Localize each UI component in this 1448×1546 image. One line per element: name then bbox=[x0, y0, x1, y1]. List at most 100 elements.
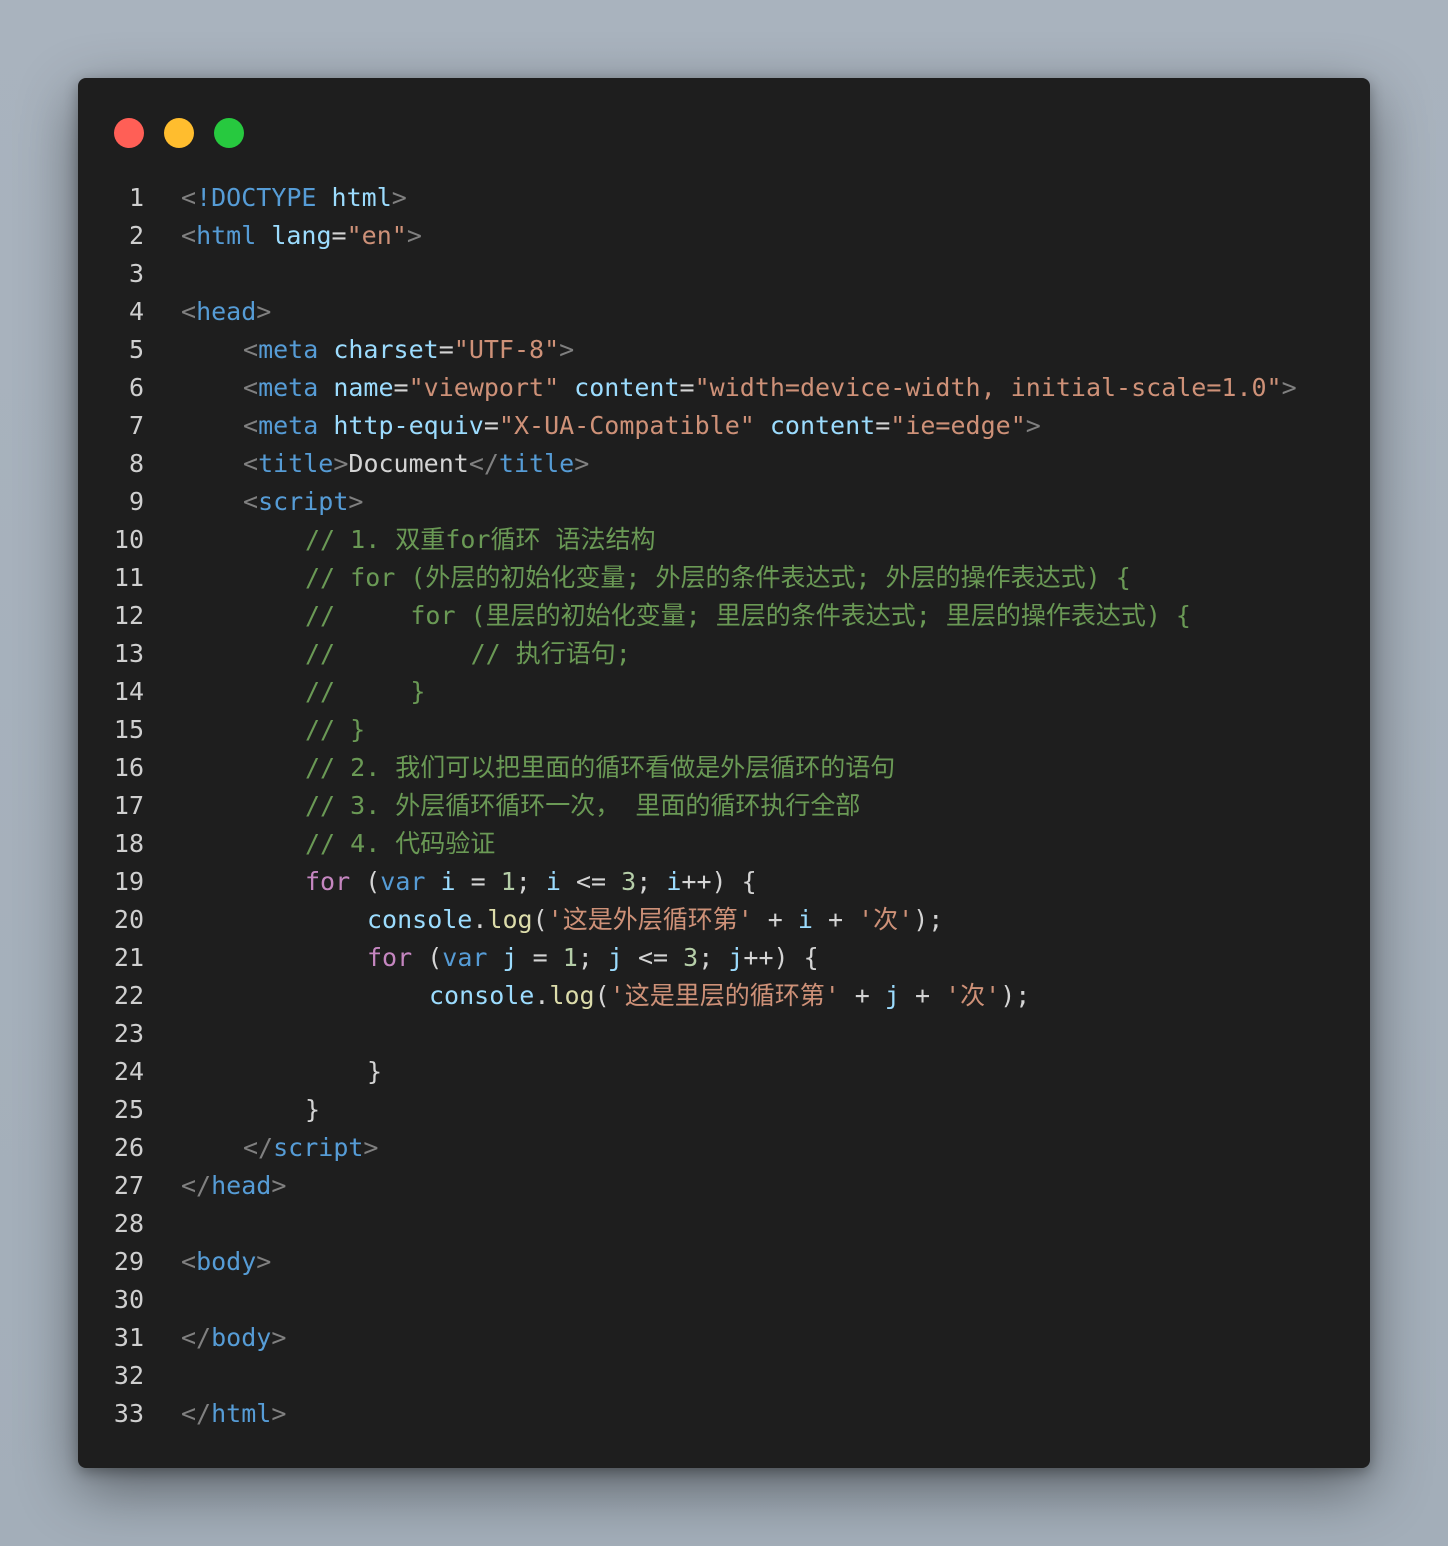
comment: // 1. 双重for循环 语法结构 bbox=[305, 525, 656, 554]
code-line: 15 // } bbox=[78, 711, 1370, 749]
token: } bbox=[367, 1057, 383, 1086]
line-number: 31 bbox=[113, 1323, 144, 1352]
line-number: 11 bbox=[113, 563, 144, 592]
token: i bbox=[797, 905, 813, 934]
token: '这是里层的循环第' bbox=[609, 981, 840, 1010]
token: title bbox=[258, 449, 334, 478]
token: ( bbox=[532, 905, 548, 934]
token: ( bbox=[412, 943, 443, 972]
token: var bbox=[380, 867, 426, 896]
token: = bbox=[875, 411, 891, 440]
line-number: 24 bbox=[113, 1057, 144, 1086]
code-line: 26 </script> bbox=[78, 1129, 1370, 1167]
code-line: 29 <body> bbox=[78, 1243, 1370, 1281]
token: ); bbox=[1000, 981, 1031, 1010]
token: j bbox=[728, 943, 744, 972]
maximize-icon[interactable] bbox=[214, 118, 244, 148]
token: + bbox=[752, 905, 798, 934]
token: head bbox=[196, 297, 257, 326]
close-icon[interactable] bbox=[114, 118, 144, 148]
token: log bbox=[549, 981, 595, 1010]
token: content bbox=[754, 411, 876, 440]
token: meta bbox=[258, 335, 319, 364]
token: > bbox=[391, 183, 407, 212]
token: "X-UA-Compatible" bbox=[498, 411, 755, 440]
token: <= bbox=[622, 943, 684, 972]
token: </ bbox=[181, 1171, 212, 1200]
code-line: 9 <script> bbox=[78, 483, 1370, 521]
token: '次' bbox=[945, 981, 1001, 1010]
line-number: 20 bbox=[113, 905, 144, 934]
token: ++) { bbox=[681, 867, 757, 896]
code-line: 17 // 3. 外层循环循环一次， 里面的循环执行全部 bbox=[78, 787, 1370, 825]
token: 1 bbox=[562, 943, 578, 972]
token: > bbox=[271, 1399, 287, 1428]
token: script bbox=[273, 1133, 364, 1162]
code-line: 5 <meta charset="UTF-8"> bbox=[78, 331, 1370, 369]
token: script bbox=[258, 487, 349, 516]
token: ; bbox=[515, 867, 546, 896]
token: "UTF-8" bbox=[453, 335, 560, 364]
token: < bbox=[243, 335, 259, 364]
token: < bbox=[181, 297, 197, 326]
token: + bbox=[812, 905, 859, 934]
minimize-icon[interactable] bbox=[164, 118, 194, 148]
token: http-equiv bbox=[318, 411, 484, 440]
token: meta bbox=[258, 373, 319, 402]
token: > bbox=[1025, 411, 1041, 440]
code-line: 4 <head> bbox=[78, 293, 1370, 331]
token: = bbox=[331, 221, 347, 250]
token: </ bbox=[468, 449, 499, 478]
line-number: 27 bbox=[113, 1171, 144, 1200]
token: j bbox=[884, 981, 900, 1010]
token: body bbox=[211, 1323, 272, 1352]
token: ; bbox=[577, 943, 608, 972]
token: name bbox=[318, 373, 394, 402]
token: console bbox=[429, 981, 535, 1010]
line-number: 16 bbox=[113, 753, 144, 782]
token: j bbox=[502, 943, 518, 972]
token: 3 bbox=[621, 867, 637, 896]
token: charset bbox=[318, 335, 439, 364]
token: head bbox=[211, 1171, 272, 1200]
token: . bbox=[534, 981, 550, 1010]
token: html bbox=[196, 221, 257, 250]
code-window: 1 <!DOCTYPE html> 2 <html lang="en"> 3 4 <h… bbox=[78, 78, 1370, 1468]
token: = bbox=[438, 335, 454, 364]
line-number: 9 bbox=[128, 487, 144, 516]
token: log bbox=[487, 905, 533, 934]
token: } bbox=[305, 1095, 321, 1124]
token: for bbox=[305, 867, 351, 896]
token: < bbox=[243, 411, 259, 440]
token: > bbox=[256, 297, 272, 326]
code-line: 19 for (var i = 1; i <= 3; i++) { bbox=[78, 863, 1370, 901]
line-number: 3 bbox=[128, 259, 144, 288]
line-number: 19 bbox=[113, 867, 144, 896]
token: = bbox=[517, 943, 563, 972]
line-number: 6 bbox=[128, 373, 144, 402]
code-line: 7 <meta http-equiv="X-UA-Compatible" cont… bbox=[78, 407, 1370, 445]
token: !DOCTYPE bbox=[196, 183, 317, 212]
code-line: 20 console.log('这是外层循环第' + i + '次'); bbox=[78, 901, 1370, 939]
token: "en" bbox=[346, 221, 407, 250]
code-line: 24} bbox=[78, 1053, 1370, 1091]
comment: // 2. 我们可以把里面的循环看做是外层循环的语句 bbox=[305, 753, 896, 782]
comment: // for (里层的初始化变量; 里层的条件表达式; 里层的操作表达式) { bbox=[305, 601, 1191, 630]
code-line: 33 </html> bbox=[78, 1395, 1370, 1433]
token: html bbox=[211, 1399, 272, 1428]
token: meta bbox=[258, 411, 319, 440]
code-line: 31 </body> bbox=[78, 1319, 1370, 1357]
token: < bbox=[243, 449, 259, 478]
comment: // } bbox=[305, 715, 366, 744]
token: </ bbox=[243, 1133, 274, 1162]
code-line: 32 bbox=[78, 1357, 1370, 1395]
line-number: 23 bbox=[113, 1019, 144, 1048]
comment: // 4. 代码验证 bbox=[305, 829, 496, 858]
token: > bbox=[348, 487, 364, 516]
token: </ bbox=[181, 1399, 212, 1428]
line-number: 12 bbox=[113, 601, 144, 630]
token: < bbox=[243, 373, 259, 402]
token: title bbox=[498, 449, 575, 478]
token: i bbox=[440, 867, 456, 896]
